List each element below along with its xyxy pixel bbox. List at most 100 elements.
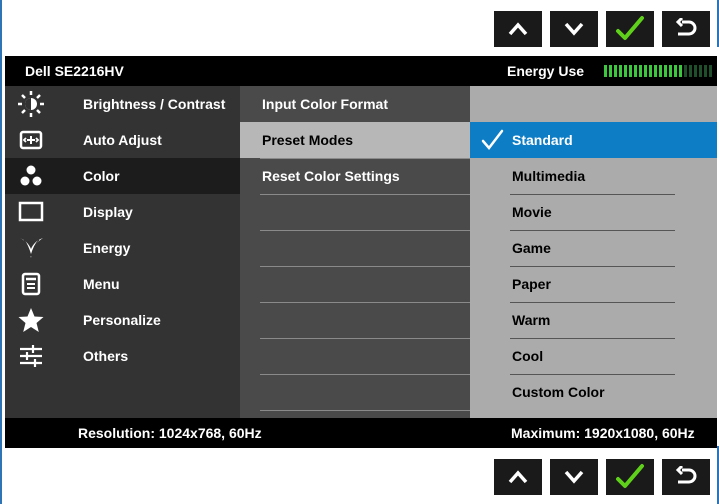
confirm-button[interactable] <box>606 11 654 47</box>
menu-item-others[interactable]: Others <box>5 338 240 374</box>
submenu-divider <box>260 410 470 411</box>
option-label: Cool <box>512 348 544 364</box>
energy-use-meter <box>604 65 714 77</box>
energy-meter-segment <box>619 65 622 77</box>
frame-edge-left <box>0 0 2 504</box>
option-label: Multimedia <box>512 168 586 184</box>
energy-meter-segment <box>704 65 707 77</box>
submenu-item-label: Input Color Format <box>262 96 388 112</box>
main-menu: Brightness / Contrast Auto Adjust Color … <box>5 86 240 418</box>
option-divider <box>510 194 675 195</box>
back-return-icon <box>675 18 697 36</box>
down-arrow-icon <box>564 470 584 484</box>
submenu-item-label: Reset Color Settings <box>262 168 400 184</box>
energy-meter-segment <box>679 65 682 77</box>
checkmark-icon <box>480 128 504 157</box>
checkmark-icon <box>616 16 644 40</box>
option-label: Custom Color <box>512 384 605 400</box>
submenu-divider <box>260 230 470 231</box>
menu-item-display[interactable]: Display <box>5 194 240 230</box>
energy-use-label: Energy Use <box>507 63 585 79</box>
energy-meter-segment <box>659 65 662 77</box>
back-button[interactable] <box>662 459 710 495</box>
option-label: Paper <box>512 276 551 292</box>
option-standard[interactable]: Standard <box>470 122 717 158</box>
menu-item-label: Display <box>83 204 133 220</box>
up-button[interactable] <box>494 11 542 47</box>
submenu-divider <box>260 338 470 339</box>
option-divider <box>510 338 675 339</box>
submenu-divider <box>260 266 470 267</box>
down-button[interactable] <box>550 459 598 495</box>
menu-item-brightness-contrast[interactable]: Brightness / Contrast <box>5 86 240 122</box>
option-label: Standard <box>512 132 573 148</box>
display-rectangle-icon <box>17 198 45 226</box>
menu-item-label: Others <box>83 348 129 364</box>
energy-meter-segment <box>644 65 647 77</box>
energy-meter-segment <box>639 65 642 77</box>
submenu-item-input-color-format[interactable]: Input Color Format <box>240 86 470 122</box>
energy-meter-segment <box>634 65 637 77</box>
option-paper[interactable]: Paper <box>470 266 717 302</box>
monitor-model: Dell SE2216HV <box>25 63 124 79</box>
menu-item-personalize[interactable]: Personalize <box>5 302 240 338</box>
energy-meter-segment <box>604 65 607 77</box>
energy-meter-segment <box>614 65 617 77</box>
option-multimedia[interactable]: Multimedia <box>470 158 717 194</box>
energy-meter-segment <box>674 65 677 77</box>
option-divider <box>510 230 675 231</box>
energy-meter-segment <box>709 65 712 77</box>
submenu-divider <box>260 374 470 375</box>
submenu-item-label: Preset Modes <box>262 132 354 148</box>
nav-buttons-top <box>494 11 719 47</box>
color-submenu: Input Color Format Preset Modes Reset Co… <box>240 86 470 418</box>
menu-item-auto-adjust[interactable]: Auto Adjust <box>5 122 240 158</box>
submenu-divider <box>260 194 470 195</box>
option-game[interactable]: Game <box>470 230 717 266</box>
down-button[interactable] <box>550 11 598 47</box>
osd-status-bar: Resolution: 1024x768, 60Hz Maximum: 1920… <box>5 418 717 448</box>
energy-meter-segment <box>699 65 702 77</box>
energy-meter-segment <box>624 65 627 77</box>
menu-item-label: Brightness / Contrast <box>83 96 226 112</box>
menu-item-label: Auto Adjust <box>83 132 162 148</box>
option-custom-color[interactable]: Custom Color <box>470 374 717 410</box>
menu-item-energy[interactable]: Energy <box>5 230 240 266</box>
energy-meter-segment <box>689 65 692 77</box>
menu-item-label: Color <box>83 168 120 184</box>
confirm-button[interactable] <box>606 459 654 495</box>
option-label: Warm <box>512 312 551 328</box>
submenu-item-preset-modes[interactable]: Preset Modes <box>240 122 470 158</box>
color-dots-icon <box>17 162 45 190</box>
preset-modes-list: Standard Multimedia Movie Game Paper War… <box>470 86 717 418</box>
option-cool[interactable]: Cool <box>470 338 717 374</box>
menu-list-icon <box>17 270 45 298</box>
option-warm[interactable]: Warm <box>470 302 717 338</box>
submenu-item-reset-color-settings[interactable]: Reset Color Settings <box>240 158 470 194</box>
sliders-icon <box>17 342 45 370</box>
option-movie[interactable]: Movie <box>470 194 717 230</box>
up-arrow-icon <box>508 22 528 36</box>
current-resolution: Resolution: 1024x768, 60Hz <box>78 425 262 441</box>
maximum-resolution: Maximum: 1920x1080, 60Hz <box>511 425 695 441</box>
energy-leaf-icon <box>17 234 45 262</box>
menu-item-label: Personalize <box>83 312 161 328</box>
auto-adjust-icon <box>17 126 45 154</box>
energy-meter-segment <box>629 65 632 77</box>
menu-item-label: Energy <box>83 240 131 256</box>
option-label: Game <box>512 240 551 256</box>
option-divider <box>510 266 675 267</box>
energy-meter-segment <box>654 65 657 77</box>
energy-meter-segment <box>649 65 652 77</box>
energy-meter-segment <box>664 65 667 77</box>
down-arrow-icon <box>564 22 584 36</box>
submenu-divider <box>260 302 470 303</box>
energy-meter-segment <box>609 65 612 77</box>
menu-item-color[interactable]: Color <box>5 158 240 194</box>
up-button[interactable] <box>494 459 542 495</box>
back-button[interactable] <box>662 11 710 47</box>
brightness-sun-icon <box>17 90 45 118</box>
option-divider <box>510 374 675 375</box>
nav-buttons-bottom <box>494 459 719 495</box>
menu-item-menu[interactable]: Menu <box>5 266 240 302</box>
